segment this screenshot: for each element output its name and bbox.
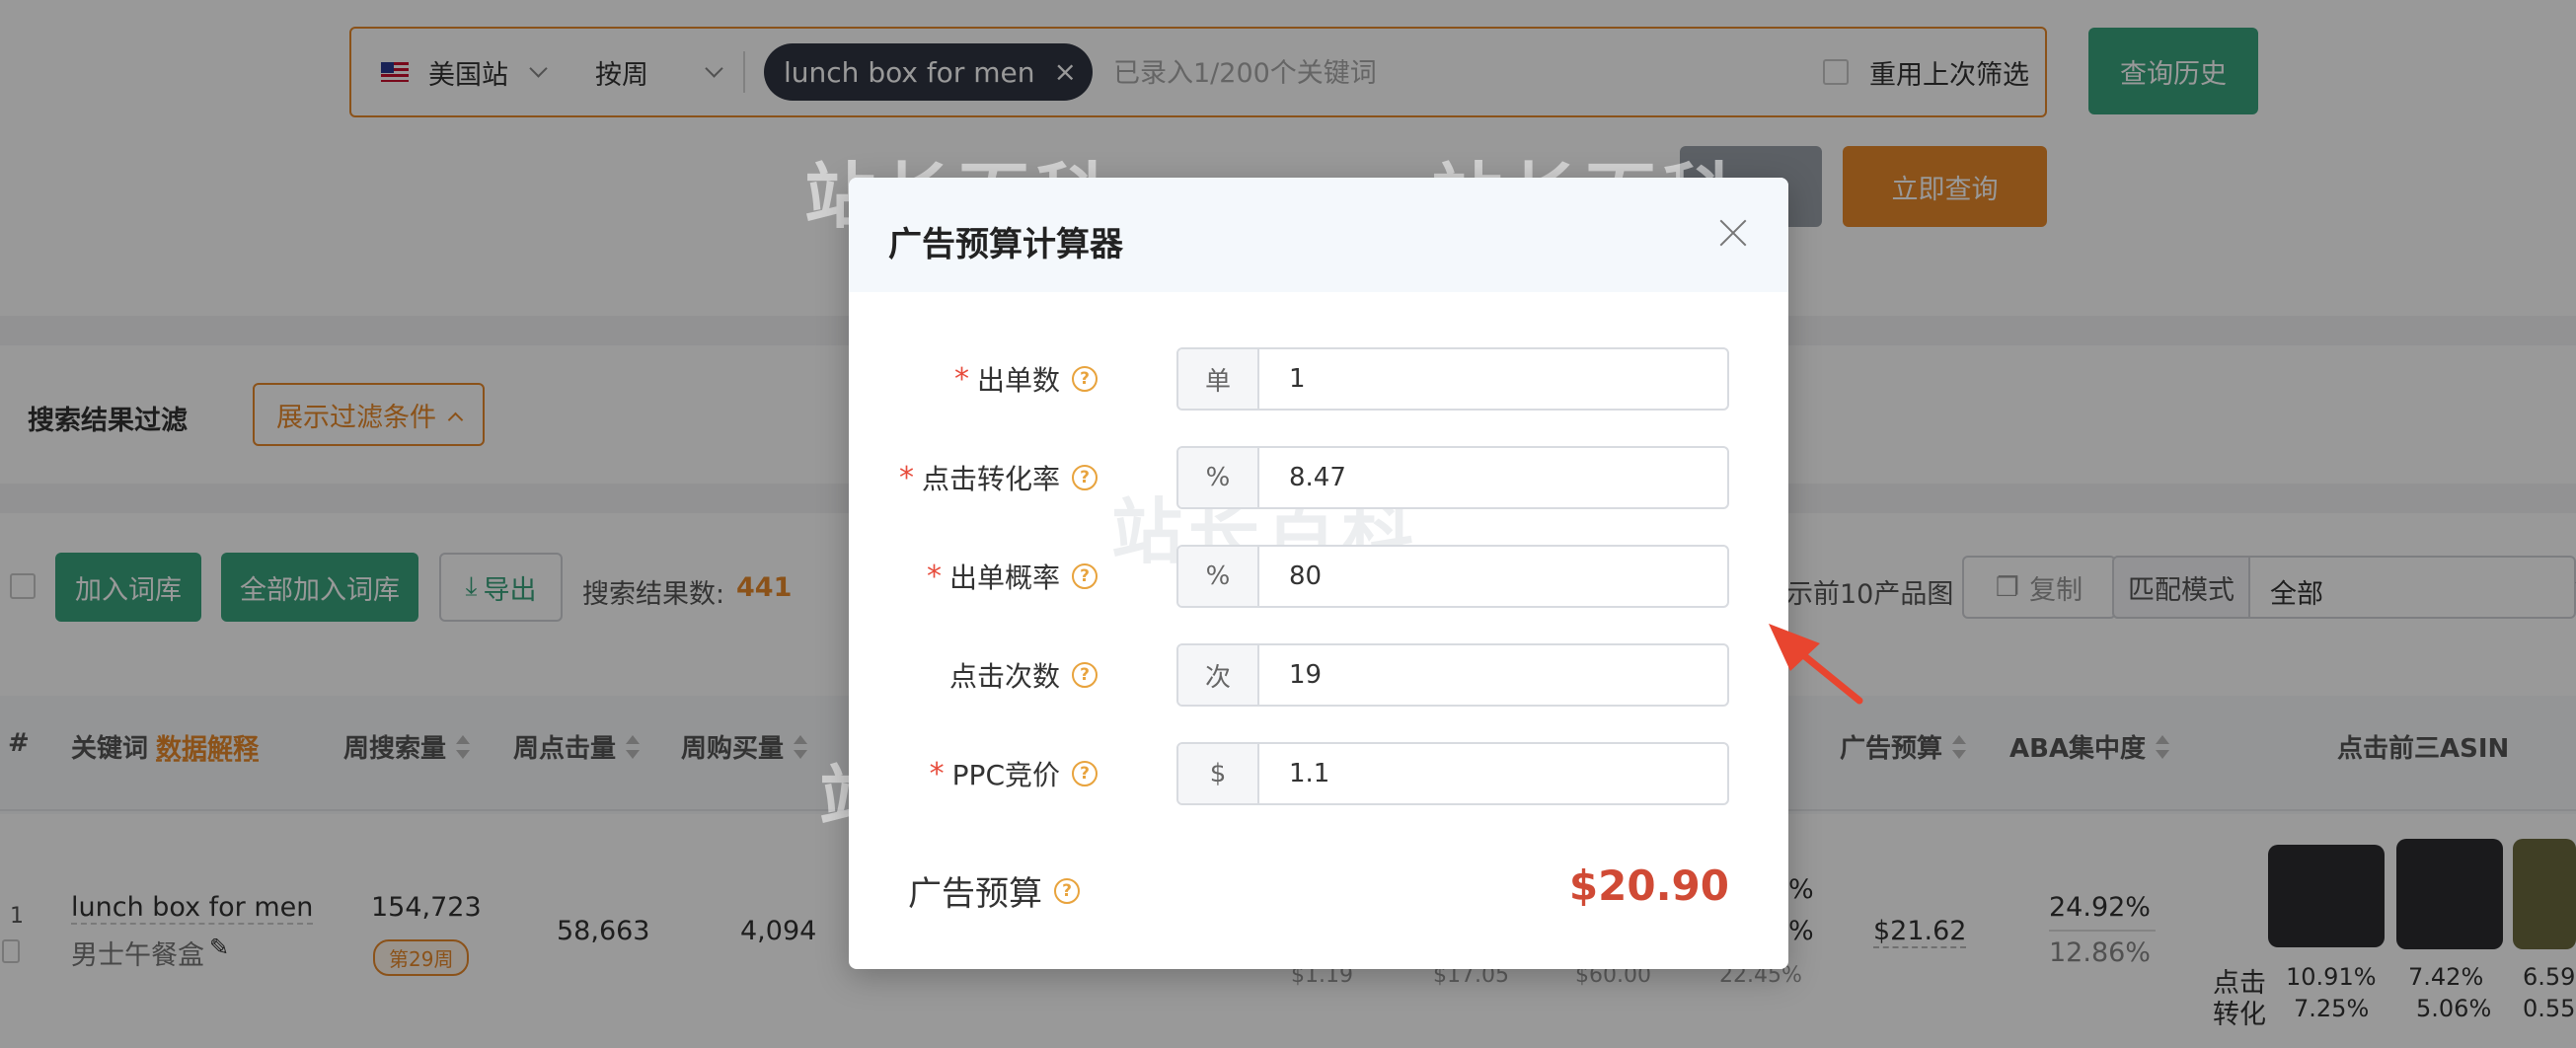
field-ppc-bid-label: * PPC竞价 ? — [930, 742, 1098, 805]
field-orders-label: * 出单数 ? — [954, 347, 1098, 411]
annotation-arrow-icon — [1769, 624, 1863, 705]
field-click-count: 点击次数 ? 次 — [849, 643, 1788, 707]
field-click-conversion: * 点击转化率 ? % — [849, 446, 1788, 509]
help-icon[interactable]: ? — [1072, 563, 1098, 589]
field-label-text: 点击转化率 — [921, 463, 1060, 495]
orders-input: 单 — [1176, 347, 1729, 411]
click-count-field[interactable] — [1259, 645, 1727, 705]
ppc-bid-field[interactable] — [1259, 744, 1727, 803]
click-conversion-field[interactable] — [1259, 448, 1727, 507]
orders-field[interactable] — [1259, 349, 1727, 409]
required-mark: * — [953, 361, 969, 397]
required-mark: * — [926, 559, 942, 594]
budget-result-label: 广告预算 ? — [908, 866, 1080, 915]
field-label-text: PPC竞价 — [951, 759, 1060, 791]
budget-result-value: $20.90 — [1568, 861, 1729, 910]
input-addon: 次 — [1178, 645, 1259, 705]
field-click-count-label: 点击次数 ? — [949, 643, 1098, 707]
required-mark: * — [929, 756, 945, 791]
order-probability-input: % — [1176, 545, 1729, 608]
arrow-shaft — [1792, 645, 1863, 705]
field-orders: * 出单数 ? 单 — [849, 347, 1788, 411]
field-order-probability: * 出单概率 ? % — [849, 545, 1788, 608]
click-count-input: 次 — [1176, 643, 1729, 707]
close-icon[interactable] — [1717, 217, 1749, 249]
click-conversion-input: % — [1176, 446, 1729, 509]
order-probability-field[interactable] — [1259, 547, 1727, 606]
help-icon[interactable]: ? — [1072, 465, 1098, 490]
ad-budget-calculator-dialog: 广告预算计算器 站长百科 * 出单数 ? 单 * 点击转化率 ? % * 出单概… — [849, 178, 1788, 969]
required-mark: * — [898, 460, 914, 495]
input-addon: % — [1178, 448, 1259, 507]
help-icon[interactable]: ? — [1072, 761, 1098, 786]
field-label-text: 点击次数 — [948, 660, 1060, 693]
dialog-header: 广告预算计算器 — [849, 178, 1788, 292]
field-ppc-bid: * PPC竞价 ? $ — [849, 742, 1788, 805]
input-addon: $ — [1178, 744, 1259, 803]
field-click-conversion-label: * 点击转化率 ? — [899, 446, 1098, 509]
field-order-probability-label: * 出单概率 ? — [927, 545, 1098, 608]
help-icon[interactable]: ? — [1054, 877, 1080, 904]
help-icon[interactable]: ? — [1072, 662, 1098, 688]
ppc-bid-input: $ — [1176, 742, 1729, 805]
field-label-text: 出单概率 — [948, 561, 1060, 594]
input-addon: 单 — [1178, 349, 1259, 409]
dialog-title: 广告预算计算器 — [888, 225, 1123, 264]
input-addon: % — [1178, 547, 1259, 606]
budget-label-text: 广告预算 — [908, 874, 1042, 914]
help-icon[interactable]: ? — [1072, 366, 1098, 392]
field-label-text: 出单数 — [976, 364, 1060, 397]
